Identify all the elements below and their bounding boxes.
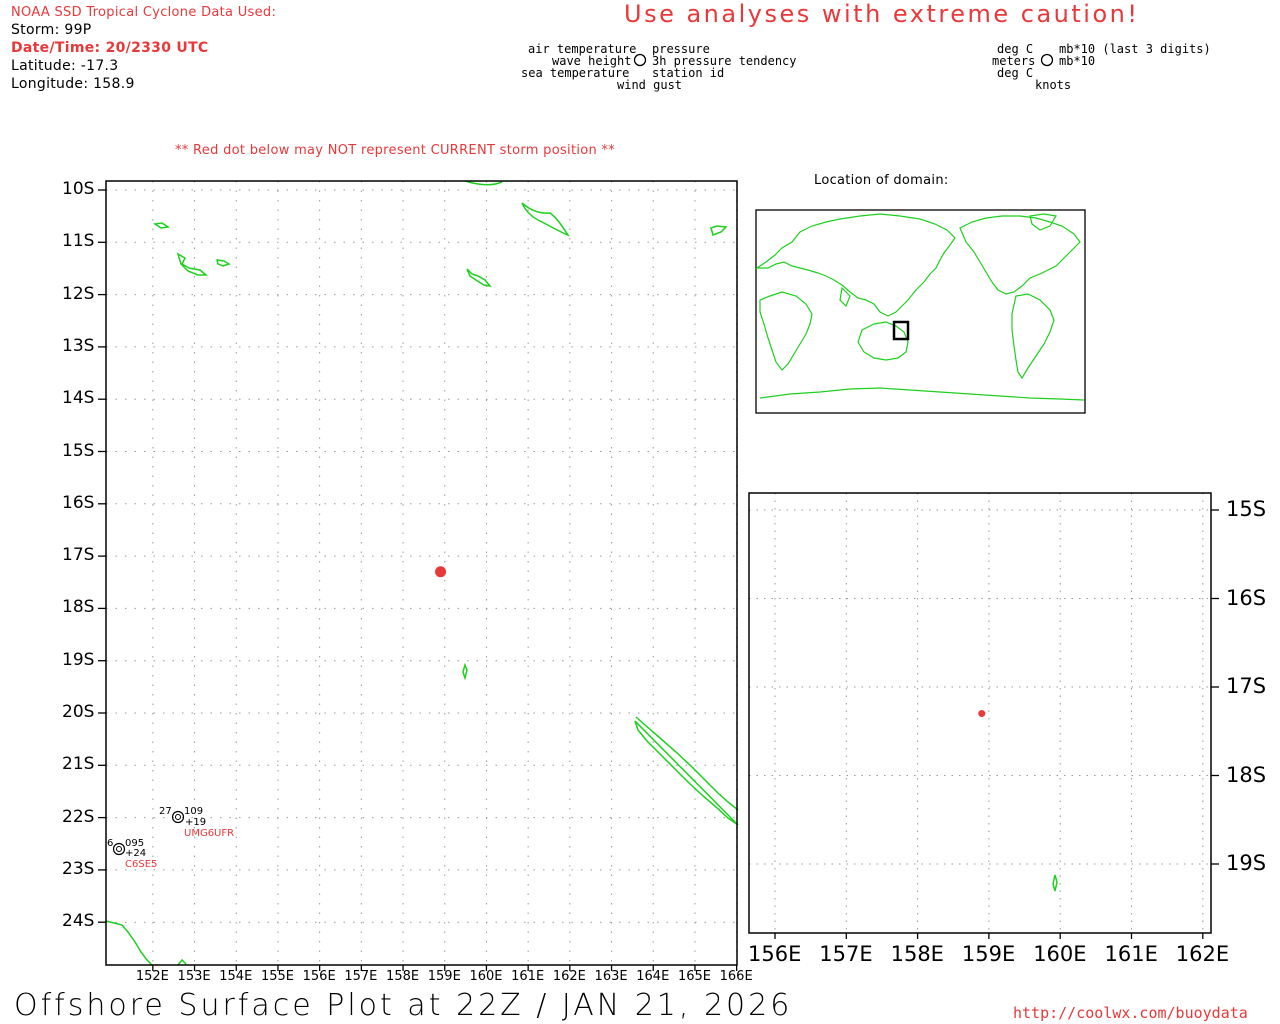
zoom-latitude-tick-label: 17S	[1226, 674, 1267, 698]
coastline-island	[176, 252, 209, 276]
latitude-tick-label: 21S	[62, 754, 95, 775]
zoom-longitude-tick-label: 159E	[961, 942, 1016, 966]
main-map-coastlines	[105, 180, 739, 966]
longitude-tick-label: 156E	[302, 969, 336, 984]
longitude-tick-label: 152E	[135, 969, 169, 984]
coastline-island	[216, 259, 231, 267]
station-tendency: +24	[125, 848, 147, 859]
main-map-frame	[105, 180, 738, 966]
zoom-map	[748, 492, 1219, 939]
zoom-latitude-tick-label: 16S	[1226, 585, 1267, 610]
longitude-tick-label: 165E	[677, 969, 711, 984]
latitude-tick-label: 14S	[62, 388, 95, 409]
latitude-tick-label: 15S	[62, 440, 95, 461]
units-station-circle-icon	[1040, 53, 1054, 67]
latitude-tick-label: 24S	[62, 911, 95, 932]
coastline-island	[710, 225, 728, 236]
station-air-temp: 6	[107, 838, 114, 849]
longitude-tick-label: 161E	[511, 969, 545, 984]
inset-frame	[755, 209, 1086, 414]
main-map-grid	[106, 181, 738, 965]
latitude-tick-label: 13S	[62, 335, 95, 356]
latitude-tick-label: 20S	[62, 702, 95, 722]
station-pressure: 109	[184, 806, 204, 817]
main-map-ticks	[98, 189, 738, 971]
station-circle-icon	[112, 842, 126, 856]
zoom-longitude-tick-label: 161E	[1104, 942, 1158, 966]
latitude-tick-label: 17S	[62, 545, 95, 566]
longitude-tick-label: 160E	[469, 969, 503, 984]
coastline-island	[521, 202, 570, 237]
latitude-tick-label: 12S	[62, 283, 95, 304]
map-canvas	[98, 53, 1219, 971]
longitude-tick-label: 166E	[719, 969, 753, 984]
longitude-tick-label: 154E	[219, 969, 253, 984]
inset-location-map	[755, 209, 1086, 414]
station-circle-icon	[116, 846, 122, 852]
longitude-tick-label: 157E	[344, 969, 378, 984]
station-circle-icon	[171, 810, 185, 824]
station-id: C6SE5	[125, 859, 158, 870]
longitude-tick-label: 153E	[177, 969, 211, 984]
main-map	[98, 180, 739, 971]
coastline-new-caledonia	[634, 716, 739, 826]
latitude-tick-label: 10S	[62, 179, 95, 199]
longitude-tick-label: 162E	[552, 969, 586, 984]
coastline-island	[152, 222, 171, 229]
latitude-tick-label: 18S	[62, 597, 95, 618]
plot-title: Offshore Surface Plot at 22Z / JAN 21, 2…	[14, 988, 793, 1023]
station-air-temp: 27	[159, 806, 172, 817]
zoom-longitude-tick-label: 160E	[1033, 942, 1087, 966]
longitude-tick-label: 158E	[386, 969, 420, 984]
latitude-tick-label: 22S	[62, 806, 95, 827]
longitude-tick-label: 163E	[594, 969, 628, 984]
coastline-australia	[105, 920, 153, 966]
zoom-map-ticks	[774, 509, 1219, 939]
zoom-longitude-tick-label: 156E	[748, 942, 802, 966]
zoom-latitude-tick-label: 15S	[1226, 497, 1267, 521]
coastline-island	[462, 662, 468, 681]
longitude-tick-label: 164E	[636, 969, 670, 984]
longitude-tick-label: 155E	[260, 969, 294, 984]
zoom-longitude-tick-label: 157E	[819, 942, 873, 966]
source-url-link[interactable]: http://coolwx.com/buoydata	[1013, 1004, 1248, 1022]
latitude-tick-label: 19S	[62, 649, 95, 670]
station-tendency: +19	[185, 817, 207, 828]
zoom-longitude-tick-label: 162E	[1175, 942, 1230, 966]
station-id: UMG6UFR	[184, 828, 235, 839]
zoom-latitude-tick-label: 19S	[1226, 851, 1267, 875]
legend-station-circle-icon	[633, 53, 647, 67]
storm-position-dot	[435, 566, 447, 578]
latitude-tick-label: 16S	[62, 492, 95, 513]
station-circle-icon	[175, 814, 181, 820]
zoom-latitude-tick-label: 18S	[1226, 762, 1267, 787]
longitude-tick-label: 159E	[427, 969, 461, 984]
zoom-coastline-island	[1052, 874, 1058, 892]
zoom-storm-position-dot	[978, 710, 986, 718]
latitude-tick-label: 23S	[62, 858, 95, 879]
latitude-tick-label: 11S	[62, 231, 95, 252]
zoom-longitude-tick-label: 158E	[890, 942, 944, 966]
